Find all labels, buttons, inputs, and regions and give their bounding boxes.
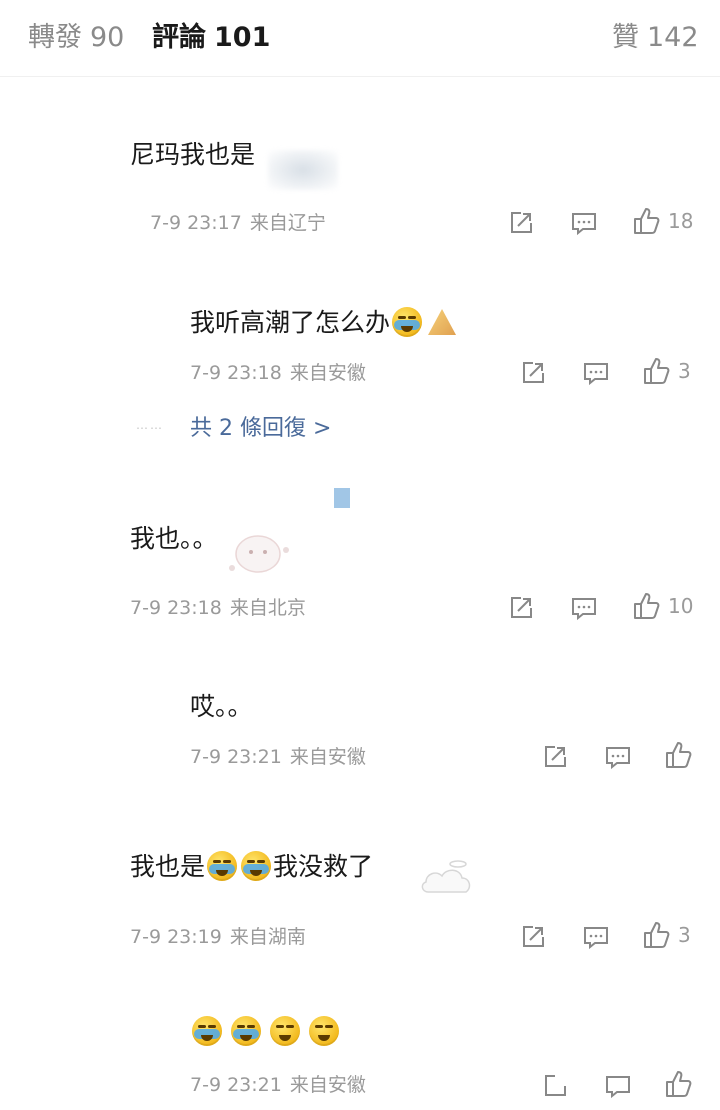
comment-text-part: 我也是	[130, 852, 206, 881]
like-count: 3	[678, 359, 691, 383]
like-button[interactable]	[664, 741, 694, 769]
crying-laughing-emoji	[241, 851, 272, 881]
like-button[interactable]: 10	[632, 592, 693, 620]
sobbing-emoji	[270, 1016, 301, 1046]
thumbs-up-icon	[666, 742, 692, 768]
repost-icon	[523, 926, 544, 947]
like-button[interactable]	[664, 1070, 694, 1098]
comment-button[interactable]	[582, 923, 610, 951]
crying-laughing-emoji	[192, 1016, 222, 1046]
comment-icon	[584, 363, 608, 386]
comment-meta: 7-9 23:21 来自安徽	[190, 1072, 366, 1098]
like-button[interactable]: 3	[642, 921, 691, 949]
crying-laughing-emoji	[231, 1016, 262, 1046]
repost-icon	[511, 212, 532, 233]
like-button[interactable]: 3	[642, 357, 691, 385]
sobbing-emoji	[309, 1016, 340, 1046]
comment-text: 哎。。	[190, 692, 253, 721]
repost-button[interactable]	[520, 359, 546, 387]
comment-date: 7-9 23:17	[150, 212, 242, 234]
thumbs-up-icon	[644, 922, 670, 948]
comment-text: 我也是 我没救了	[130, 850, 373, 884]
comment-location: 来自安徽	[289, 362, 366, 384]
tab-repost-count: 90	[90, 22, 125, 53]
comment-button[interactable]	[570, 594, 598, 622]
comment-meta: 7-9 23:18 来自安徽	[190, 360, 366, 386]
thumbs-up-icon	[666, 1071, 692, 1097]
tab-comments-label: 評論	[152, 22, 206, 53]
crying-laughing-emoji	[207, 851, 238, 881]
comment-icon	[572, 598, 596, 621]
comment-icon	[584, 927, 608, 950]
like-count: 18	[668, 209, 694, 233]
comment-location: 来自安徽	[289, 746, 366, 768]
reply-thread-dots: ……	[136, 418, 164, 432]
repost-button[interactable]	[508, 594, 534, 622]
comment-date: 7-9 23:19	[130, 926, 222, 948]
comment-date: 7-9 23:21	[190, 746, 282, 768]
tab-repost[interactable]: 轉發 90	[28, 20, 124, 56]
repost-icon	[523, 362, 544, 383]
comment-location: 来自湖南	[229, 926, 306, 948]
repost-icon	[545, 746, 566, 767]
tab-likes-count: 142	[647, 22, 699, 53]
comment-location: 来自安徽	[289, 1074, 366, 1096]
repost-button[interactable]	[508, 209, 534, 237]
tab-likes-label: 贊	[612, 22, 639, 53]
comment-icon	[572, 213, 596, 236]
comment-button[interactable]	[604, 743, 632, 771]
comment-text: 尼玛我也是	[130, 140, 256, 169]
repost-button[interactable]	[542, 1072, 568, 1100]
comment-meta: 7-9 23:17 来自辽宁	[150, 210, 326, 236]
like-button[interactable]: 18	[632, 207, 693, 235]
comment-meta: 7-9 23:21 来自安徽	[190, 744, 366, 770]
comment-meta: 7-9 23:18 来自北京	[130, 595, 306, 621]
tab-comments-count: 101	[214, 22, 271, 53]
comment-icon	[606, 1076, 630, 1099]
sticker-bow	[268, 150, 338, 190]
repost-icon	[511, 597, 532, 618]
comment-date: 7-9 23:18	[190, 362, 282, 384]
thumbs-up-icon	[634, 593, 660, 619]
comment-date: 7-9 23:18	[130, 597, 222, 619]
repost-icon	[545, 1075, 566, 1096]
praying-hands-emoji	[428, 309, 457, 335]
repost-button[interactable]	[542, 743, 568, 771]
comment-meta: 7-9 23:19 来自湖南	[130, 924, 306, 950]
cloud-sticker	[418, 858, 482, 906]
comment-text: 我听高潮了怎么办	[190, 306, 457, 340]
comment-button[interactable]	[604, 1072, 632, 1100]
sticker-blue-mark	[334, 488, 350, 508]
emoji-row	[190, 1016, 341, 1046]
thumbs-up-icon	[644, 358, 670, 384]
like-count: 10	[668, 594, 694, 618]
more-replies-link[interactable]: 共 2 條回復 >	[190, 410, 331, 442]
comment-text-part: 我没救了	[273, 852, 374, 881]
like-count: 3	[678, 923, 691, 947]
reply-text: 我听高潮了怎么办	[190, 308, 391, 337]
thumbs-up-icon	[634, 208, 660, 234]
comment-button[interactable]	[570, 209, 598, 237]
tab-likes[interactable]: 贊 142	[612, 20, 699, 56]
tab-repost-label: 轉發	[28, 22, 82, 53]
comment-button[interactable]	[582, 359, 610, 387]
repost-button[interactable]	[520, 923, 546, 951]
comment-location: 来自北京	[229, 597, 306, 619]
crying-laughing-emoji	[392, 307, 423, 337]
comment-location: 来自辽宁	[249, 212, 326, 234]
comment-icon	[606, 747, 630, 770]
tab-comments[interactable]: 評論 101	[152, 20, 270, 56]
comment-date: 7-9 23:21	[190, 1074, 282, 1096]
cat-sticker	[224, 520, 296, 584]
comment-tabs: 轉發 90 評論 101 贊 142	[0, 0, 720, 77]
comment-text: 我也。。	[130, 524, 218, 553]
